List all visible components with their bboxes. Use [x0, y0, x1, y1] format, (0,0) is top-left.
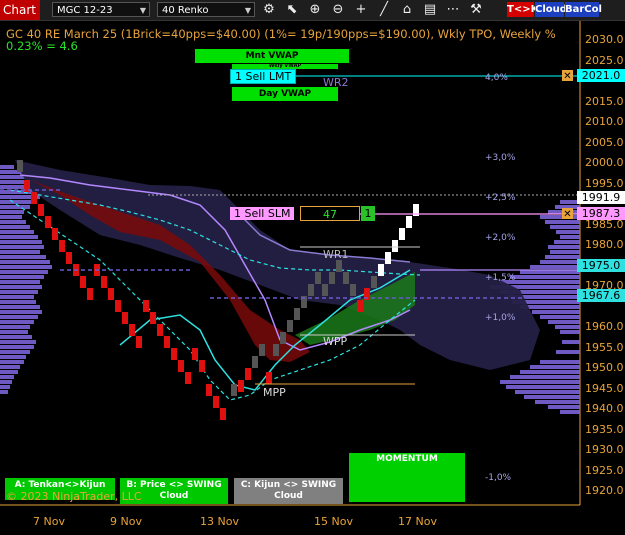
wr1-label: WR1 — [323, 248, 349, 261]
sell-limit-order[interactable]: 1 Sell LMT — [230, 69, 297, 84]
pct-label: +2,0% — [485, 233, 516, 243]
day-vwap-label: Day VWAP — [232, 87, 338, 101]
price-chart[interactable]: ✕ ✕ — [0, 0, 625, 535]
y-tick: 1925.0 — [585, 464, 624, 477]
mnt-vwap-label: Mnt VWAP — [195, 49, 349, 63]
y-tick: 1950.0 — [585, 361, 624, 374]
x-tick: 17 Nov — [398, 515, 437, 528]
pct-label: +1,5% — [485, 273, 516, 283]
y-tick: 1955.0 — [585, 341, 624, 354]
chart-title: GC 40 RE March 25 (1Brick=40pps=$40.00) … — [6, 27, 556, 41]
y-tick: 2010.0 — [585, 115, 624, 128]
x-tick: 13 Nov — [200, 515, 239, 528]
x-tick: 7 Nov — [33, 515, 65, 528]
wr2-label: WR2 — [323, 76, 349, 89]
pct-label: -1,0% — [485, 473, 512, 483]
y-tick: 1935.0 — [585, 423, 624, 436]
price-box-last: 1991.9 — [577, 191, 625, 204]
wpp-label: WPP — [323, 335, 348, 348]
pct-label: +2,5% — [485, 193, 516, 203]
position-side-box[interactable]: 1 — [361, 206, 375, 221]
mpp-label: MPP — [263, 386, 286, 399]
pct-label: +1,0% — [485, 313, 516, 323]
y-tick: 1920.0 — [585, 484, 624, 497]
y-tick: 1980.0 — [585, 238, 624, 251]
y-tick: 2030.0 — [585, 33, 624, 46]
y-tick: 1940.0 — [585, 402, 624, 415]
price-box-sell-stop: 1987.3 — [577, 207, 625, 220]
y-tick: 2025.0 — [585, 54, 624, 67]
pct-label: 4,0% — [485, 73, 508, 83]
y-tick: 2000.0 — [585, 156, 624, 169]
panel-c-kijun-swing[interactable]: C: Kijun <> SWING Cloud — [234, 478, 343, 504]
sell-stop-order[interactable]: 1 Sell SLM — [230, 207, 295, 220]
pct-label: +3,0% — [485, 153, 516, 163]
y-tick: 2015.0 — [585, 95, 624, 108]
order-quantity-box[interactable]: 47 — [300, 206, 360, 221]
y-tick: 2005.0 — [585, 136, 624, 149]
x-tick: 15 Nov — [314, 515, 353, 528]
panel-momentum[interactable]: MOMENTUM — [349, 453, 465, 502]
y-tick: 1995.0 — [585, 177, 624, 190]
chart-subtitle: 0.23% = 4.6 — [6, 39, 78, 53]
copyright-text: © 2023 NinjaTrader, LLC — [6, 490, 142, 503]
y-tick: 1960.0 — [585, 320, 624, 333]
x-tick: 9 Nov — [110, 515, 142, 528]
y-tick: 1945.0 — [585, 382, 624, 395]
price-box-sell-limit: 2021.0 — [577, 69, 625, 82]
close-order-glyph: ✕ — [563, 71, 571, 82]
price-box-vwap: 1967.6 — [577, 289, 625, 302]
close-stop-glyph: ✕ — [563, 209, 571, 220]
y-tick: 1930.0 — [585, 443, 624, 456]
price-box-tenkan: 1975.0 — [577, 259, 625, 272]
